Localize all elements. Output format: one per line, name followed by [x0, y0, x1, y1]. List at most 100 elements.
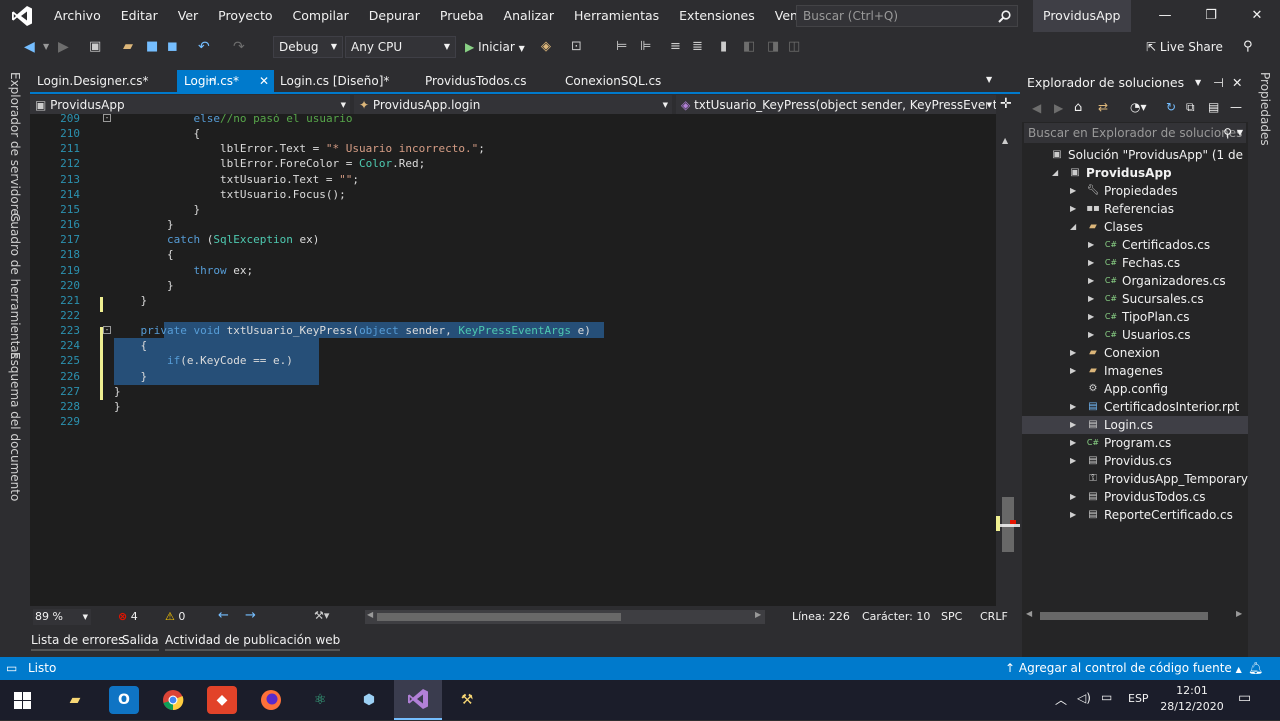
tree-item[interactable]: ▶ ▤ Providus.cs — [1022, 452, 1248, 470]
undo-icon[interactable]: ↶ — [198, 37, 210, 57]
config-select[interactable]: Debug ▼ — [273, 36, 343, 58]
new-project-icon[interactable]: ▣ — [89, 37, 101, 57]
tree-item[interactable]: ◢ ▰ Clases — [1022, 218, 1248, 236]
expand-arrow-icon[interactable]: ▶ — [1088, 236, 1094, 254]
chevron-down-icon[interactable]: ▼ — [1195, 70, 1201, 96]
expand-arrow-icon[interactable]: ▶ — [1070, 434, 1076, 452]
close-icon[interactable]: ✕ — [1232, 70, 1242, 96]
expand-arrow-icon[interactable]: ▶ — [1088, 290, 1094, 308]
menu-analizar[interactable]: Analizar — [494, 0, 564, 32]
scroll-right-icon[interactable]: ▶ — [755, 610, 761, 619]
tree-item[interactable]: ▶ ▤ ProvidusTodos.cs — [1022, 488, 1248, 506]
tree-item[interactable]: ▶ C# Sucursales.cs — [1022, 290, 1248, 308]
menu-proyecto[interactable]: Proyecto — [208, 0, 282, 32]
code-line[interactable]: 211 lblError.Text = "* Usuario incorrect… — [30, 141, 996, 156]
menu-compilar[interactable]: Compilar — [283, 0, 359, 32]
tree-item[interactable]: ◢ ▣ ProvidusApp — [1022, 164, 1248, 182]
network-icon[interactable]: ▭ — [1101, 690, 1112, 704]
server-explorer-tab[interactable]: Explorador de servidores — [8, 72, 22, 222]
source-control-button[interactable]: ↑ Agregar al control de código fuente ▲ — [1005, 657, 1242, 681]
code-line[interactable]: 215 } — [30, 202, 996, 217]
tab-error-list[interactable]: Lista de errores — [31, 633, 125, 651]
nav-back-icon[interactable]: ← — [218, 608, 229, 623]
menu-archivo[interactable]: Archivo — [44, 0, 111, 32]
line-ending-mode[interactable]: CRLF — [980, 609, 1008, 625]
tree-item[interactable]: ▶ ▤ CertificadosInterior.rpt — [1022, 398, 1248, 416]
class-nav-dropdown[interactable]: ✦ ProvidusApp.login ▼ — [354, 95, 672, 115]
code-editor[interactable]: 209 else//no pasó el usuario - 210 {211 lb… — [30, 114, 996, 606]
solution-horizontal-scrollbar[interactable]: ◀ ▶ — [1022, 608, 1248, 624]
sync-icon[interactable]: ⇄ — [1098, 100, 1108, 114]
tree-item[interactable]: ▶ C# Certificados.cs — [1022, 236, 1248, 254]
feedback-icon[interactable]: ⚲ — [1243, 37, 1253, 57]
back-dropdown-icon[interactable]: ▼ — [43, 37, 49, 57]
clear-bookmark-icon[interactable]: ◫ — [788, 37, 800, 57]
expand-arrow-icon[interactable]: ▶ — [1070, 182, 1076, 200]
expand-arrow-icon[interactable]: ▶ — [1088, 254, 1094, 272]
virtualbox-icon[interactable]: ⬢ — [354, 686, 384, 714]
scroll-left-icon[interactable]: ◀ — [367, 610, 373, 619]
notifications-icon[interactable]: 🔔︎ — [1248, 657, 1263, 680]
tab-providustodos-cs[interactable]: ProvidusTodos.cs — [418, 70, 557, 92]
code-line[interactable]: 229 — [30, 414, 996, 429]
save-icon[interactable]: ■ — [146, 37, 158, 57]
forward-icon[interactable]: ▶ — [58, 37, 69, 57]
code-line[interactable]: 217 catch (SqlException ex) — [30, 232, 996, 247]
attach-icon[interactable]: ◈ — [541, 37, 551, 57]
menu-extensiones[interactable]: Extensiones — [669, 0, 765, 32]
code-line[interactable]: 227} — [30, 384, 996, 399]
scroll-up-icon[interactable]: ▲ — [1002, 136, 1014, 145]
collapse-arrow-icon[interactable]: ◢ — [1070, 218, 1076, 236]
collapse-icon[interactable]: - — [103, 326, 111, 335]
uncomment-icon[interactable]: ≣ — [692, 37, 703, 57]
editor-vertical-scrollbar[interactable]: ▲ — [996, 114, 1020, 606]
tab-output[interactable]: Salida — [122, 633, 159, 651]
tree-item[interactable]: ▶ ▰ Conexion — [1022, 344, 1248, 362]
tab-login-cs[interactable]: Login.cs* ⊣ ✕ — [177, 70, 274, 92]
tree-item[interactable]: ▶ C# Fechas.cs — [1022, 254, 1248, 272]
code-line[interactable]: 222 — [30, 308, 996, 323]
scroll-thumb[interactable] — [1040, 612, 1208, 620]
expand-arrow-icon[interactable]: ▶ — [1070, 344, 1076, 362]
git-icon[interactable]: ◆ — [207, 686, 237, 714]
minimize-icon[interactable]: — — [1142, 0, 1188, 32]
tab-conexionsql-cs[interactable]: ConexionSQL.cs — [558, 70, 688, 92]
tools-app-icon[interactable]: ⚒ — [452, 686, 482, 714]
expand-arrow-icon[interactable]: ▶ — [1088, 272, 1094, 290]
outlook-icon[interactable]: O — [109, 686, 139, 714]
next-bookmark-icon[interactable]: ◨ — [767, 37, 779, 57]
tree-item[interactable]: ▶ C# TipoPlan.cs — [1022, 308, 1248, 326]
tree-item[interactable]: ▶ C# Program.cs — [1022, 434, 1248, 452]
project-nav-dropdown[interactable]: ▣ ProvidusApp ▼ — [30, 95, 350, 115]
errors-indicator[interactable]: ⊗ 4 — [118, 609, 138, 625]
open-folder-icon[interactable]: ▰ — [123, 37, 133, 57]
expand-arrow-icon[interactable]: ▶ — [1070, 452, 1076, 470]
tab-login-designer-cs[interactable]: Login.Designer.cs* — [30, 70, 175, 92]
menu-ver[interactable]: Ver — [168, 0, 208, 32]
home-icon[interactable]: ⌂ — [1074, 100, 1082, 115]
more-icon[interactable]: — — [1230, 100, 1242, 114]
tree-item[interactable]: ⚿ ProvidusApp_TemporaryKey.p — [1022, 470, 1279, 488]
scroll-left-icon[interactable]: ◀ — [1026, 609, 1032, 618]
expand-arrow-icon[interactable]: ▶ — [1070, 506, 1076, 524]
code-line[interactable]: 214 txtUsuario.Focus(); — [30, 187, 996, 202]
expand-arrow-icon[interactable]: ▶ — [1070, 200, 1076, 218]
document-outline-tab[interactable]: Esquema del documento — [8, 352, 22, 501]
language-indicator[interactable]: ESP — [1128, 692, 1149, 705]
bookmark-icon[interactable]: ▮ — [720, 37, 727, 57]
forward-icon[interactable]: ▶ — [1054, 101, 1063, 115]
code-line[interactable]: 223 private void txtUsuario_KeyPress(obj… — [30, 323, 996, 338]
tab-login-design[interactable]: Login.cs [Diseño]* — [273, 70, 416, 92]
properties-tab[interactable]: Propiedades — [1258, 72, 1272, 146]
expand-arrow-icon[interactable]: ▶ — [1070, 398, 1076, 416]
code-line[interactable]: 224 { — [30, 338, 996, 353]
pending-changes-icon[interactable]: ◔▾ — [1130, 100, 1147, 114]
volume-icon[interactable]: ◁) — [1077, 691, 1091, 705]
whitespace-mode[interactable]: SPC — [941, 609, 962, 625]
menu-editar[interactable]: Editar — [111, 0, 168, 32]
expand-arrow-icon[interactable]: ▶ — [1070, 488, 1076, 506]
code-line[interactable]: 226 } — [30, 369, 996, 384]
close-tab-icon[interactable]: ✕ — [259, 70, 269, 92]
split-icon[interactable]: ✛ — [1000, 96, 1012, 112]
collapse-all-icon[interactable]: ⧉ — [1186, 100, 1195, 115]
